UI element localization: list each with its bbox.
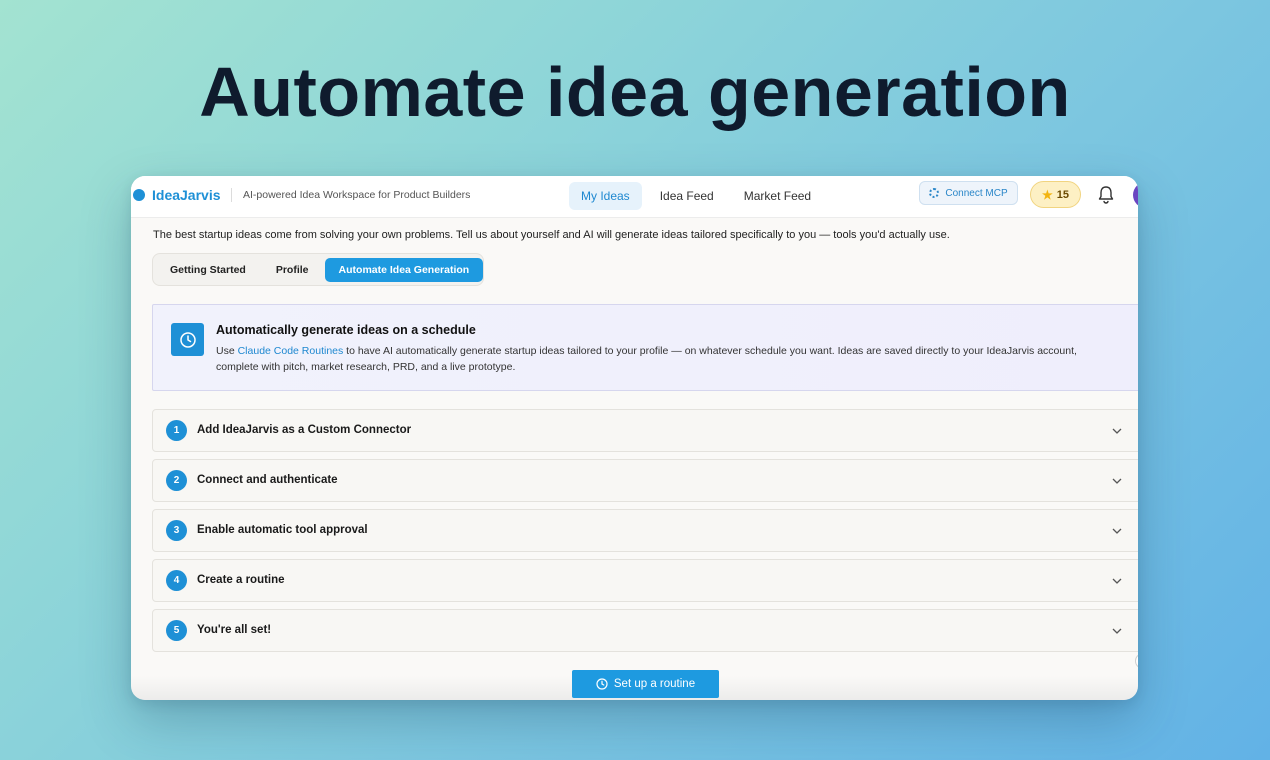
nav-market-feed[interactable]: Market Feed bbox=[732, 182, 823, 210]
credits-badge[interactable]: ★ 15 bbox=[1030, 181, 1081, 208]
chevron-down-icon bbox=[1112, 528, 1122, 534]
step-accordion[interactable]: 2 Connect and authenticate bbox=[152, 459, 1138, 502]
nav-idea-feed[interactable]: Idea Feed bbox=[648, 182, 726, 210]
top-bar: IdeaJarvis AI-powered Idea Workspace for… bbox=[131, 176, 1138, 218]
step-label: Connect and authenticate bbox=[197, 474, 338, 486]
banner-title: Automatically generate ideas on a schedu… bbox=[216, 323, 476, 337]
step-number: 2 bbox=[166, 470, 187, 491]
divider bbox=[231, 188, 232, 202]
step-number: 1 bbox=[166, 420, 187, 441]
steps-list: 1 Add IdeaJarvis as a Custom Connector 2… bbox=[152, 409, 1138, 659]
step-number: 4 bbox=[166, 570, 187, 591]
step-number: 5 bbox=[166, 620, 187, 641]
step-label: Enable automatic tool approval bbox=[197, 524, 368, 536]
section-tabs: Getting Started Profile Automate Idea Ge… bbox=[152, 253, 484, 286]
chevron-down-icon bbox=[1112, 578, 1122, 584]
step-label: Add IdeaJarvis as a Custom Connector bbox=[197, 424, 412, 436]
scroll-handle[interactable] bbox=[1135, 654, 1138, 668]
claude-code-routines-link[interactable]: Claude Code Routines bbox=[238, 345, 344, 357]
loading-icon bbox=[929, 188, 940, 198]
step-accordion[interactable]: 3 Enable automatic tool approval bbox=[152, 509, 1138, 552]
intro-text: The best startup ideas come from solving… bbox=[153, 229, 950, 241]
step-label: Create a routine bbox=[197, 574, 285, 586]
setup-routine-button[interactable]: Set up a routine bbox=[572, 670, 719, 698]
chevron-down-icon bbox=[1112, 628, 1122, 634]
clock-icon bbox=[171, 323, 204, 356]
credits-count: 15 bbox=[1056, 188, 1069, 201]
info-banner: Automatically generate ideas on a schedu… bbox=[152, 304, 1138, 391]
banner-desc-prefix: Use bbox=[216, 345, 238, 357]
step-number: 3 bbox=[166, 520, 187, 541]
brand-logo[interactable]: IdeaJarvis bbox=[152, 187, 221, 203]
connect-mcp-label: Connect MCP bbox=[945, 187, 1008, 199]
step-accordion[interactable]: 4 Create a routine bbox=[152, 559, 1138, 602]
banner-description: Use Claude Code Routines to have AI auto… bbox=[216, 343, 1116, 375]
banner-desc-suffix: to have AI automatically generate startu… bbox=[216, 345, 1077, 373]
chevron-down-icon bbox=[1112, 478, 1122, 484]
step-label: You're all set! bbox=[197, 624, 272, 636]
setup-routine-label: Set up a routine bbox=[613, 678, 696, 690]
connect-mcp-button[interactable]: Connect MCP bbox=[919, 181, 1018, 205]
tab-profile[interactable]: Profile bbox=[262, 258, 323, 282]
clock-icon bbox=[596, 678, 608, 690]
step-accordion[interactable]: 5 You're all set! bbox=[152, 609, 1138, 652]
tagline: AI-powered Idea Workspace for Product Bu… bbox=[243, 189, 471, 201]
logo-icon bbox=[133, 189, 145, 201]
star-icon: ★ bbox=[1041, 187, 1053, 202]
nav-my-ideas[interactable]: My Ideas bbox=[569, 182, 642, 210]
hero-title: Automate idea generation bbox=[199, 53, 1071, 131]
notification-bell-icon[interactable] bbox=[1097, 185, 1115, 205]
chevron-down-icon bbox=[1112, 428, 1122, 434]
step-accordion[interactable]: 1 Add IdeaJarvis as a Custom Connector bbox=[152, 409, 1138, 452]
avatar[interactable] bbox=[1133, 182, 1138, 208]
main-nav: My Ideas Idea Feed Market Feed bbox=[569, 182, 823, 210]
tab-automate-idea-generation[interactable]: Automate Idea Generation bbox=[324, 257, 484, 282]
app-window: IdeaJarvis AI-powered Idea Workspace for… bbox=[131, 176, 1138, 700]
tab-getting-started[interactable]: Getting Started bbox=[156, 258, 260, 282]
